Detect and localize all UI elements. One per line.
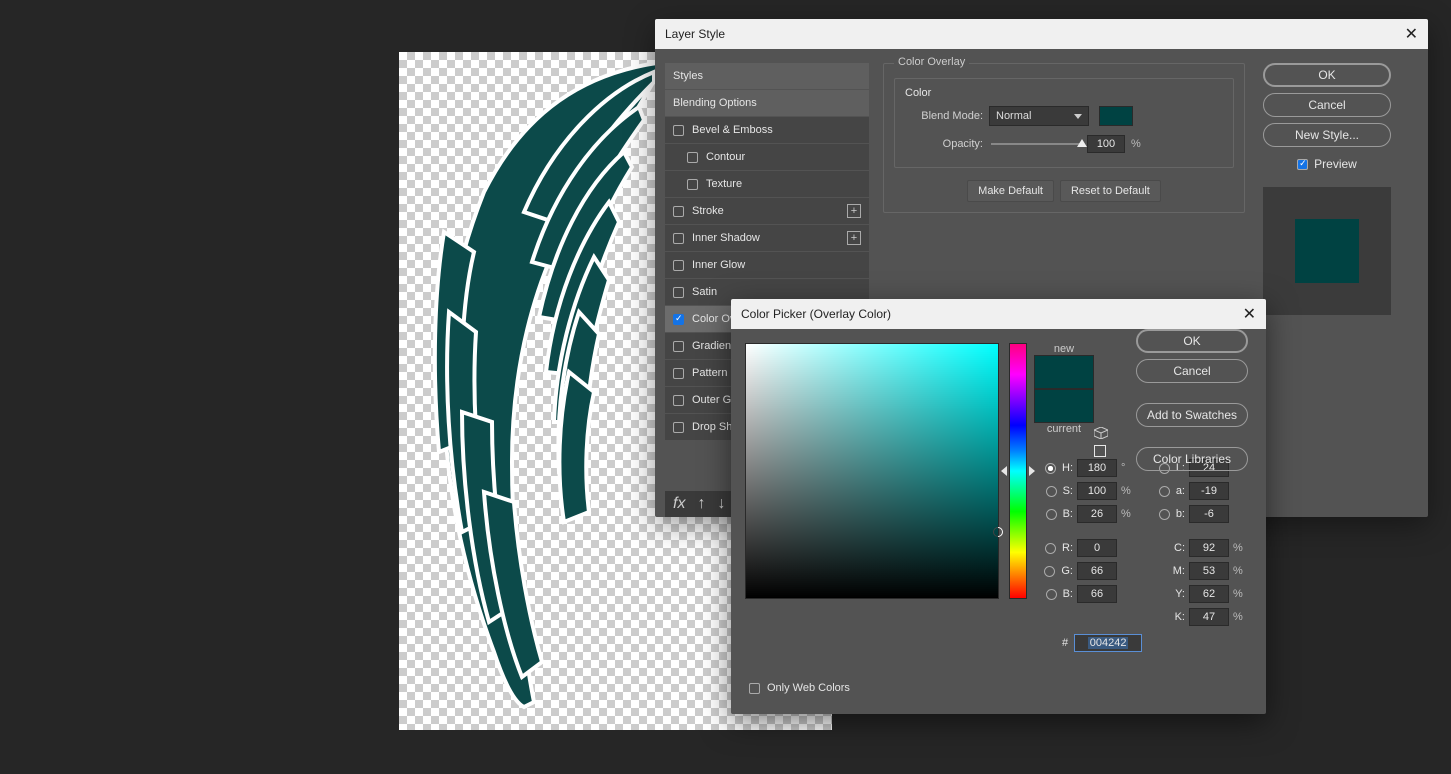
checkbox-icon[interactable] (673, 341, 684, 352)
ok-button[interactable]: OK (1263, 63, 1391, 87)
hue-slider[interactable] (1009, 343, 1027, 599)
down-arrow-icon[interactable]: ↓ (717, 495, 725, 513)
fx-bevel-emboss[interactable]: Bevel & Emboss (665, 117, 869, 143)
checkbox-icon[interactable] (673, 368, 684, 379)
fx-icon[interactable]: fx (673, 495, 685, 513)
radio-g[interactable] (1044, 566, 1055, 577)
close-icon[interactable]: ✕ (1243, 304, 1256, 324)
fx-inner-shadow[interactable]: Inner Shadow+ (665, 225, 869, 251)
blend-mode-select[interactable]: Normal (989, 106, 1089, 126)
radio-rgb-b[interactable] (1046, 589, 1057, 600)
s-input[interactable]: 100 (1077, 482, 1117, 500)
color-picker-dialog: Color Picker (Overlay Color) ✕ new curre… (731, 299, 1266, 714)
make-default-button[interactable]: Make Default (967, 180, 1054, 202)
checkbox-icon[interactable] (673, 395, 684, 406)
radio-b[interactable] (1046, 509, 1057, 520)
brgb-input[interactable]: 66 (1077, 585, 1117, 603)
add-to-swatches-button[interactable]: Add to Swatches (1136, 403, 1248, 427)
preview-toggle[interactable]: ✓ Preview (1297, 157, 1357, 171)
picker-ok-button[interactable]: OK (1136, 329, 1248, 353)
hue-arrow-left-icon (1001, 466, 1007, 476)
add-icon[interactable]: + (847, 204, 861, 218)
checkbox-icon[interactable] (673, 260, 684, 271)
radio-h[interactable] (1045, 463, 1056, 474)
labb-input[interactable]: -6 (1189, 505, 1229, 523)
layer-style-title: Layer Style (665, 27, 725, 41)
layer-style-buttons: OK Cancel New Style... ✓ Preview (1259, 63, 1409, 517)
checkbox-icon[interactable] (673, 233, 684, 244)
checkbox-icon[interactable]: ✓ (1297, 159, 1308, 170)
hex-input[interactable]: 004242 (1074, 634, 1142, 652)
hex-label: # (1062, 637, 1068, 649)
g-input[interactable]: 66 (1077, 562, 1117, 580)
only-web-colors-label: Only Web Colors (767, 682, 850, 694)
opacity-label: Opacity: (905, 138, 983, 150)
opacity-unit: % (1131, 138, 1145, 150)
checkbox-icon[interactable] (687, 152, 698, 163)
preview-swatch (1295, 219, 1359, 283)
only-web-colors-checkbox[interactable] (749, 683, 760, 694)
fx-inner-glow[interactable]: Inner Glow (665, 252, 869, 278)
color-group-label: Color (905, 87, 1223, 99)
picker-cancel-button[interactable]: Cancel (1136, 359, 1248, 383)
y-input[interactable]: 62 (1189, 585, 1229, 603)
radio-lab-b[interactable] (1159, 509, 1170, 520)
new-style-button[interactable]: New Style... (1263, 123, 1391, 147)
wing-artwork (404, 52, 684, 712)
section-title: Color Overlay (894, 56, 969, 68)
opacity-slider[interactable] (991, 143, 1081, 145)
up-arrow-icon[interactable]: ↑ (697, 495, 705, 513)
fx-texture[interactable]: Texture (665, 171, 869, 197)
radio-s[interactable] (1046, 486, 1057, 497)
checkbox-icon[interactable] (673, 422, 684, 433)
checkbox-icon[interactable] (673, 206, 684, 217)
c-input[interactable]: 92 (1189, 539, 1229, 557)
opacity-value[interactable]: 100 (1087, 135, 1125, 153)
layer-style-titlebar[interactable]: Layer Style ✕ (655, 19, 1428, 49)
add-icon[interactable]: + (847, 231, 861, 245)
bhsb-input[interactable]: 26 (1077, 505, 1117, 523)
radio-r[interactable] (1045, 543, 1056, 554)
checkbox-icon[interactable] (673, 125, 684, 136)
k-input[interactable]: 47 (1189, 608, 1229, 626)
blend-mode-label: Blend Mode: (905, 110, 983, 122)
color-libraries-button[interactable]: Color Libraries (1136, 447, 1248, 471)
cancel-button[interactable]: Cancel (1263, 93, 1391, 117)
checkbox-icon[interactable] (687, 179, 698, 190)
fx-styles[interactable]: Styles (665, 63, 869, 89)
color-picker-title: Color Picker (Overlay Color) (741, 307, 891, 321)
checkbox-icon[interactable] (673, 314, 684, 325)
r-input[interactable]: 0 (1077, 539, 1117, 557)
m-input[interactable]: 53 (1189, 562, 1229, 580)
fx-contour[interactable]: Contour (665, 144, 869, 170)
h-input[interactable]: 180 (1077, 459, 1117, 477)
sv-cursor-icon (993, 527, 1003, 537)
color-picker-titlebar[interactable]: Color Picker (Overlay Color) ✕ (731, 299, 1266, 329)
fx-stroke[interactable]: Stroke+ (665, 198, 869, 224)
checkbox-icon[interactable] (673, 287, 684, 298)
close-icon[interactable]: ✕ (1405, 24, 1418, 44)
radio-a[interactable] (1159, 486, 1170, 497)
preview-box (1263, 187, 1391, 315)
saturation-value-picker[interactable] (745, 343, 999, 599)
reset-default-button[interactable]: Reset to Default (1060, 180, 1161, 202)
fx-blending-options[interactable]: Blending Options (665, 90, 869, 116)
overlay-color-swatch[interactable] (1099, 106, 1133, 126)
a-input[interactable]: -19 (1189, 482, 1229, 500)
